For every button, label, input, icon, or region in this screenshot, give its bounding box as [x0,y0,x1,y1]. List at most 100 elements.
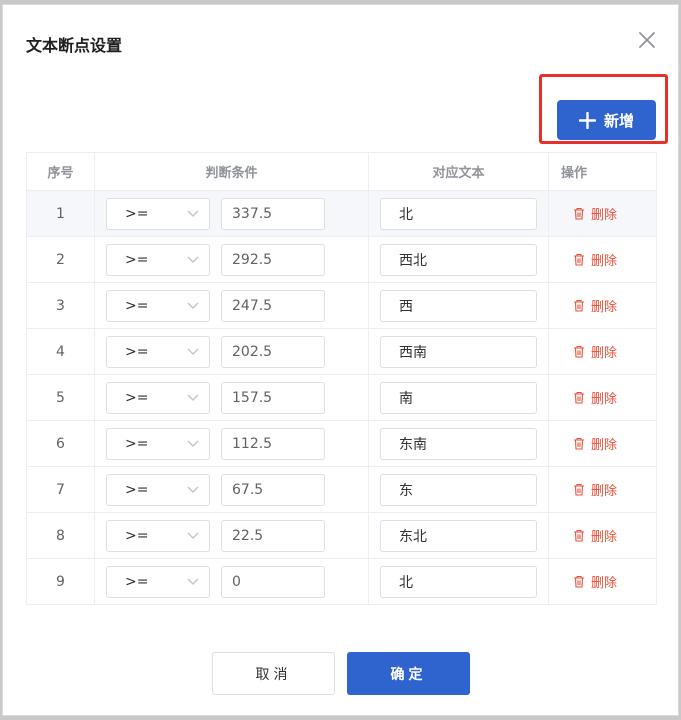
row-condition: >= [94,558,369,605]
delete-button[interactable]: 删除 [573,342,617,361]
row-index: 9 [26,558,95,605]
chevron-down-icon [187,440,199,448]
table-row: 4 >= 删除 [26,328,657,375]
operator-value: >= [125,205,149,222]
delete-label: 删除 [591,529,618,545]
row-text [368,466,549,513]
close-icon [636,29,658,51]
chevron-down-icon [187,302,199,310]
operator-value: >= [125,389,149,406]
row-condition: >= [94,374,369,421]
table-row: 3 >= 删除 [26,282,657,329]
table-row: 1 >= 删除 [26,190,657,237]
row-condition: >= [94,328,369,375]
delete-label: 删除 [591,299,618,315]
text-input[interactable] [380,565,537,598]
threshold-input[interactable] [221,289,325,322]
header-action: 操作 [548,152,657,191]
row-condition: >= [94,512,369,559]
threshold-input[interactable] [221,243,325,276]
text-input[interactable] [380,519,537,552]
delete-button[interactable]: 删除 [573,250,617,269]
operator-value: >= [125,481,149,498]
dialog-title: 文本断点设置 [26,36,123,55]
threshold-input[interactable] [221,473,325,506]
text-input[interactable] [380,243,537,276]
table-row: 6 >= 删除 [26,420,657,467]
confirm-button[interactable]: 确定 [347,652,470,695]
delete-label: 删除 [591,391,618,407]
row-index: 2 [26,236,95,283]
delete-label: 删除 [591,483,618,499]
chevron-down-icon [187,532,199,540]
operator-select[interactable]: >= [106,473,210,506]
operator-value: >= [125,297,149,314]
close-button[interactable] [636,29,658,51]
operator-value: >= [125,573,149,590]
threshold-input[interactable] [221,335,325,368]
row-action: 删除 [548,512,657,559]
trash-icon [573,529,585,542]
delete-label: 删除 [591,253,618,269]
operator-select[interactable]: >= [106,243,210,276]
row-text [368,328,549,375]
delete-button[interactable]: 删除 [573,572,617,591]
operator-select[interactable]: >= [106,519,210,552]
operator-select[interactable]: >= [106,335,210,368]
delete-label: 删除 [591,207,618,223]
trash-icon [573,207,585,220]
trash-icon [573,299,585,312]
operator-select[interactable]: >= [106,197,210,230]
row-index: 6 [26,420,95,467]
row-action: 删除 [548,374,657,421]
text-input[interactable] [380,381,537,414]
operator-select[interactable]: >= [106,565,210,598]
breakpoint-table: 序号 判断条件 对应文本 操作 1 >= 删除 2 >= 删除 3 >= 删除 4 >= 删除 5 >= 删… [26,152,657,605]
delete-button[interactable]: 删除 [573,296,617,315]
text-input[interactable] [380,335,537,368]
trash-icon [573,575,585,588]
threshold-input[interactable] [221,519,325,552]
chevron-down-icon [187,578,199,586]
operator-select[interactable]: >= [106,427,210,460]
text-input[interactable] [380,473,537,506]
row-index: 1 [26,190,95,237]
text-input[interactable] [380,289,537,322]
header-text: 对应文本 [368,152,549,191]
operator-value: >= [125,251,149,268]
trash-icon [573,253,585,266]
row-condition: >= [94,466,369,513]
delete-label: 删除 [591,345,618,361]
chevron-down-icon [187,486,199,494]
row-text [368,236,549,283]
header-condition: 判断条件 [94,152,369,191]
row-index: 8 [26,512,95,559]
cancel-button[interactable]: 取消 [212,652,335,695]
chevron-down-icon [187,256,199,264]
table-row: 8 >= 删除 [26,512,657,559]
row-action: 删除 [548,282,657,329]
delete-button[interactable]: 删除 [573,480,617,499]
operator-value: >= [125,527,149,544]
delete-button[interactable]: 删除 [573,526,617,545]
row-action: 删除 [548,236,657,283]
add-button[interactable]: 新增 [557,100,656,140]
row-condition: >= [94,190,369,237]
threshold-input[interactable] [221,565,325,598]
text-input[interactable] [380,197,537,230]
operator-select[interactable]: >= [106,381,210,414]
threshold-input[interactable] [221,427,325,460]
threshold-input[interactable] [221,197,325,230]
trash-icon [573,345,585,358]
delete-button[interactable]: 删除 [573,204,617,223]
delete-button[interactable]: 删除 [573,434,617,453]
text-input[interactable] [380,427,537,460]
delete-button[interactable]: 删除 [573,388,617,407]
chevron-down-icon [187,348,199,356]
operator-select[interactable]: >= [106,289,210,322]
add-button-label: 新增 [603,111,634,130]
threshold-input[interactable] [221,381,325,414]
row-condition: >= [94,282,369,329]
row-action: 删除 [548,466,657,513]
row-text [368,558,549,605]
